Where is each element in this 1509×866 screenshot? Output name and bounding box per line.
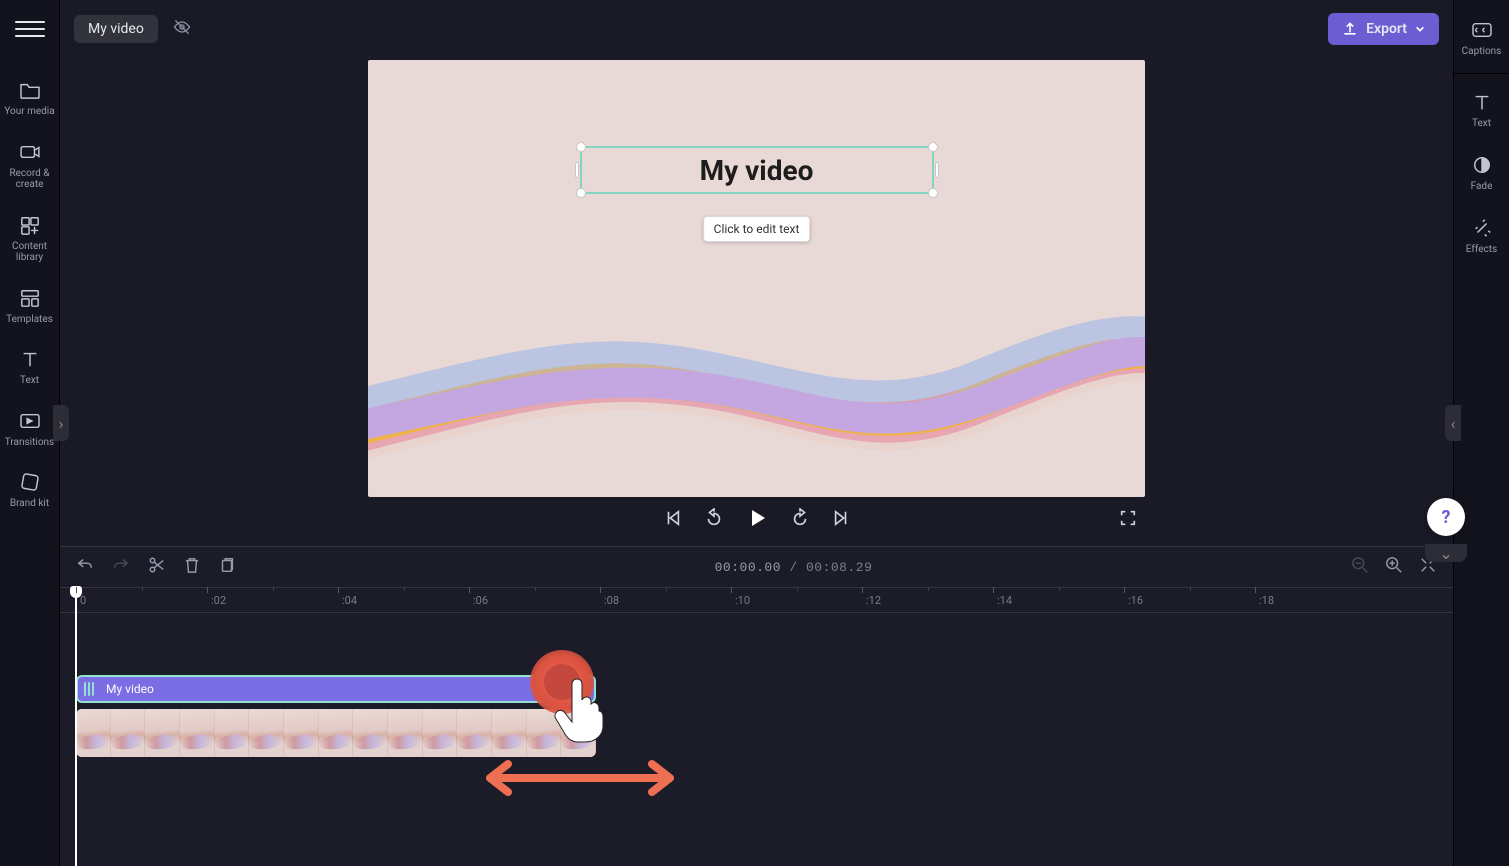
sidebar-item-your-media[interactable]: Your media (0, 68, 60, 130)
resize-handle-mr[interactable] (935, 162, 939, 178)
clip-grip-icon[interactable] (84, 682, 94, 696)
text-overlay-value: My video (700, 154, 814, 187)
canvas-area: 16:9 (60, 58, 1453, 546)
current-time: 00:00.00 (715, 560, 781, 575)
brand-kit-icon (2, 470, 58, 494)
text-clip[interactable]: My video (76, 675, 596, 703)
sidebar-item-label: Your media (2, 106, 58, 118)
ruler-label: :06 (473, 594, 488, 607)
ruler-label: :12 (866, 594, 881, 607)
sidebar-item-label: Effects (1456, 244, 1508, 255)
rewind-button[interactable] (704, 508, 724, 532)
split-button[interactable] (148, 556, 166, 578)
sidebar-item-label: Brand kit (2, 498, 58, 510)
duration: 00:08.29 (806, 560, 872, 575)
timeline-panel: 00:00.00 / 00:08.29 0 :02 :04 :06 :08 :10 :12:… (60, 546, 1453, 866)
sidebar-item-text-right[interactable]: Text (1454, 80, 1509, 143)
zoom-out-button[interactable] (1351, 556, 1369, 578)
redo-button[interactable] (112, 556, 130, 578)
sidebar-item-label: Captions (1456, 46, 1508, 57)
text-clip-label: My video (106, 682, 154, 696)
ruler-label: :14 (997, 594, 1012, 607)
templates-icon (2, 286, 58, 310)
fade-icon (1456, 153, 1508, 177)
ruler-label: 0 (80, 594, 86, 607)
video-clip[interactable] (76, 709, 596, 757)
ruler-label: :16 (1128, 594, 1143, 607)
ruler-label: :18 (1259, 594, 1274, 607)
topbar: My video Export (60, 0, 1453, 58)
ruler-label: :04 (342, 594, 357, 607)
sidebar-item-fade[interactable]: Fade (1454, 143, 1509, 206)
collapse-timeline-button[interactable]: ⌄ (1425, 544, 1467, 562)
delete-button[interactable] (184, 556, 200, 578)
transitions-icon (2, 409, 58, 433)
sidebar-left: Your media Record & create Content libra… (0, 0, 60, 866)
project-title[interactable]: My video (74, 15, 158, 43)
effects-icon (1456, 216, 1508, 240)
upload-icon (1342, 21, 1358, 37)
sidebar-item-transitions[interactable]: Transitions (0, 399, 60, 461)
sidebar-item-label: Text (1456, 118, 1508, 129)
resize-handle-br[interactable] (928, 188, 938, 198)
sidebar-item-text[interactable]: Text (0, 337, 60, 399)
timeline-tracks[interactable]: My video (60, 613, 1453, 866)
sidebar-item-content-library[interactable]: Content library (0, 203, 60, 276)
sidebar-item-label: Content library (2, 241, 58, 264)
preview-canvas[interactable]: My video Click to edit text (368, 60, 1145, 497)
sidebar-item-record-create[interactable]: Record & create (0, 130, 60, 203)
edit-text-tooltip[interactable]: Click to edit text (703, 216, 811, 242)
text-icon (2, 347, 58, 371)
forward-button[interactable] (790, 508, 810, 532)
fullscreen-button[interactable] (1119, 509, 1137, 531)
text-icon (1456, 90, 1508, 114)
sidebar-item-brand-kit[interactable]: Brand kit (0, 460, 60, 522)
resize-handle-bl[interactable] (576, 188, 586, 198)
sidebar-item-effects[interactable]: Effects (1454, 206, 1509, 269)
help-button[interactable]: ? (1427, 498, 1465, 536)
export-label: Export (1366, 21, 1407, 37)
sidebar-item-label: Text (2, 375, 58, 387)
sidebar-item-label: Transitions (2, 437, 58, 449)
playhead-line (75, 598, 77, 866)
sidebar-item-templates[interactable]: Templates (0, 276, 60, 338)
export-button[interactable]: Export (1328, 13, 1439, 45)
folder-icon (2, 78, 58, 102)
sidebar-right: Captions Text Fade Effects (1453, 0, 1509, 866)
sidebar-item-label: Fade (1456, 181, 1508, 192)
timeline-toolbar: 00:00.00 / 00:08.29 (60, 547, 1453, 587)
zoom-in-button[interactable] (1385, 556, 1403, 578)
sidebar-item-captions[interactable]: Captions (1454, 8, 1509, 71)
duplicate-button[interactable] (218, 556, 236, 578)
sidebar-item-label: Templates (2, 314, 58, 326)
timecode: 00:00.00 / 00:08.29 (254, 560, 1333, 575)
ruler-label: :10 (735, 594, 750, 607)
resize-handle-ml[interactable] (575, 162, 579, 178)
ruler-label: :08 (604, 594, 619, 607)
resize-handle-tr[interactable] (928, 142, 938, 152)
timeline-ruler[interactable]: 0 :02 :04 :06 :08 :10 :12 :14 :16 :18 (60, 587, 1453, 613)
collapse-right-panel-button[interactable]: ‹ (1445, 405, 1461, 441)
text-overlay-box[interactable]: My video (580, 146, 934, 194)
play-button[interactable] (746, 507, 768, 533)
ruler-label: :02 (211, 594, 226, 607)
menu-button[interactable] (15, 14, 45, 44)
visibility-off-icon[interactable] (172, 18, 192, 40)
skip-end-button[interactable] (832, 509, 850, 531)
main-area: My video Export 16:9 (60, 0, 1453, 866)
captions-icon (1456, 18, 1508, 42)
playback-controls (368, 497, 1145, 543)
library-icon (2, 213, 58, 237)
skip-start-button[interactable] (664, 509, 682, 531)
undo-button[interactable] (76, 556, 94, 578)
chevron-down-icon (1415, 24, 1425, 34)
resize-handle-tl[interactable] (576, 142, 586, 152)
camera-icon (2, 140, 58, 164)
sidebar-item-label: Record & create (2, 168, 58, 191)
